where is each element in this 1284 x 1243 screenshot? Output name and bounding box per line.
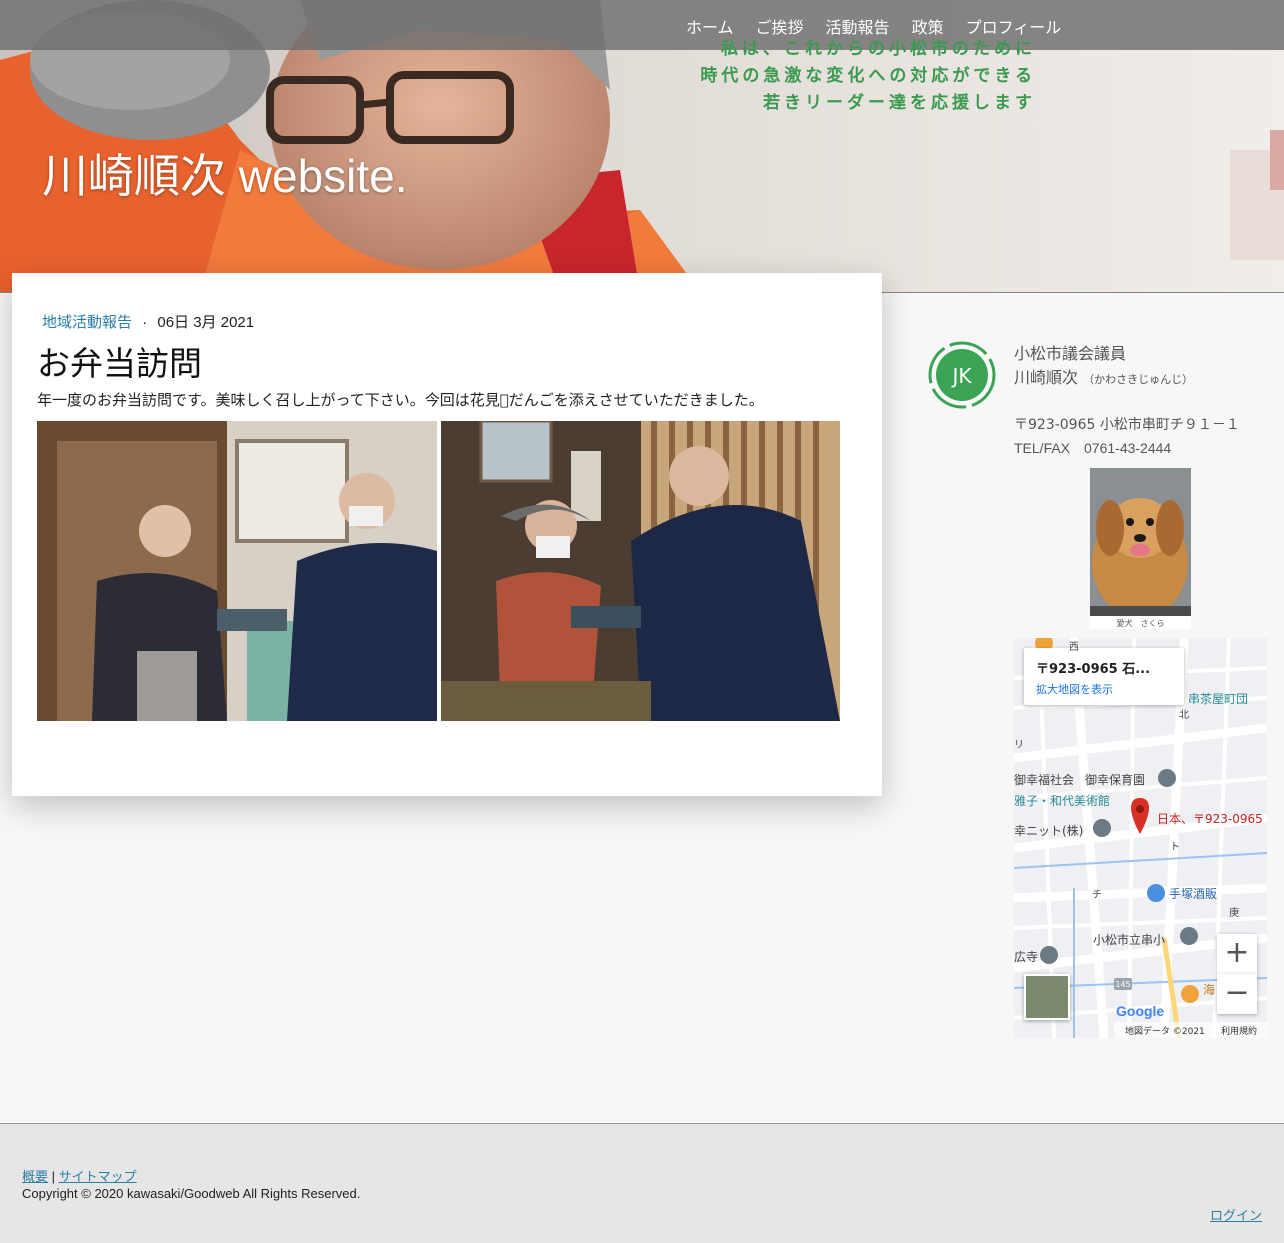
site-footer: 概要 | サイトマップ Copyright © 2020 kawasaki/Go… <box>0 1123 1284 1243</box>
photo-elderly-woman-receiving-lunch <box>441 421 840 721</box>
nav-item-activity-report[interactable]: 活動報告 <box>826 14 890 38</box>
profile-tel-fax: TEL/FAX 0761-43-2444 <box>1014 440 1172 456</box>
photo-elderly-man-receiving-lunch <box>37 421 437 721</box>
dog-caption: 愛犬 さくら <box>1116 619 1165 628</box>
nav-item-greeting[interactable]: ご挨拶 <box>756 14 804 38</box>
footer-link-divider: | <box>51 1169 56 1184</box>
map-label: 庚 <box>1229 908 1239 919</box>
map-label: 広寺 <box>1014 950 1039 964</box>
post-date: 06日 3月 2021 <box>157 314 255 331</box>
footer-link-overview[interactable]: 概要 <box>22 1169 48 1184</box>
profile-address: 〒923-0965 小松市串町チ９１－１ <box>1014 417 1240 433</box>
route-shield: 145 <box>1115 980 1130 989</box>
nav-link-profile[interactable]: プロフィール <box>966 18 1062 37</box>
nav-item-home[interactable]: ホーム <box>686 14 734 38</box>
map-label: リ <box>1014 740 1024 751</box>
map-label: 串茶屋町団 <box>1188 692 1249 706</box>
dog-photo: 愛犬 さくら <box>1090 468 1191 629</box>
post-body-text: 年一度のお弁当訪問です。美味しく召し上がって下さい。今回は花見 だんごを添えさせ… <box>37 391 764 409</box>
dog-image <box>1090 468 1191 618</box>
post-meta: 地域活動報告 · 06日 3月 2021 <box>42 311 254 332</box>
hero-header: ホーム ご挨拶 活動報告 政策 プロフィール 私は、これからの小松市のために 時… <box>0 0 1284 293</box>
profile-name-text: 川崎順次 <box>1014 368 1079 387</box>
map-zoom-out-button[interactable]: − <box>1217 974 1257 1014</box>
meta-separator: · <box>142 314 148 331</box>
slogan-line: 私は、これからの小松市のために <box>721 39 1036 59</box>
profile-name: 川崎順次 （かわさきじゅんじ） <box>1014 364 1193 388</box>
map-label: 御幸保育園 <box>1085 773 1146 787</box>
map-label: 幸ニット(株) <box>1014 824 1084 838</box>
map-label: ト <box>1170 842 1180 853</box>
post-photo-right[interactable] <box>441 421 840 721</box>
login-link[interactable]: ログイン <box>1210 1205 1262 1224</box>
logo-text: JK <box>950 364 972 388</box>
map-label: 海 <box>1203 983 1216 997</box>
post-photo-left[interactable] <box>37 421 437 721</box>
map-pin-label: 日本、〒923-0965 <box>1157 812 1263 826</box>
nav-link-activity-report[interactable]: 活動報告 <box>826 18 890 37</box>
footer-links: 概要 | サイトマップ <box>22 1166 137 1185</box>
map-label: 御幸福社会 <box>1014 773 1075 787</box>
post-category-link[interactable]: 地域活動報告 <box>42 314 132 331</box>
map-label: 雅子・和代美術館 <box>1014 794 1111 808</box>
map-enlarge-link[interactable]: 拡大地図を表示 <box>1036 681 1113 697</box>
header-slogan: 私は、これからの小松市のために 時代の急激な変化への対応ができる 若きリーダー達… <box>660 36 1036 117</box>
google-logo: Google <box>1116 1003 1164 1019</box>
nav-link-greeting[interactable]: ご挨拶 <box>756 18 804 37</box>
map-data-credit: 地図データ ©2021 <box>1125 1027 1205 1037</box>
nav-link-home[interactable]: ホーム <box>686 18 734 37</box>
map-address: 〒923-0965 石... <box>1036 662 1151 677</box>
map-label: チ <box>1092 890 1102 901</box>
footer-link-sitemap[interactable]: サイトマップ <box>59 1169 137 1184</box>
map-label: 手塚酒販 <box>1169 887 1218 901</box>
google-map[interactable]: 145 〒923-0965 石... 拡大地図を表示 串茶屋町団 北 西 リ 御… <box>1014 638 1267 1038</box>
copyright-text: Copyright © 2020 kawasaki/Goodweb All Ri… <box>22 1186 361 1201</box>
map-zoom-in-button[interactable]: + <box>1217 934 1257 974</box>
profile-name-reading: （かわさきじゅんじ） <box>1083 373 1194 386</box>
map-info-card: 〒923-0965 石... 拡大地図を表示 <box>1024 648 1184 705</box>
map-label: 北 <box>1179 710 1189 721</box>
google-logo-text: Google <box>1116 1003 1165 1019</box>
site-title[interactable]: 川崎順次 website. <box>42 140 408 206</box>
post-title: お弁当訪問 <box>37 344 202 383</box>
profile-role: 小松市議会議員 <box>1014 344 1127 363</box>
nav-link-policy[interactable]: 政策 <box>912 18 944 37</box>
jk-logo-icon: JK <box>928 341 996 409</box>
nav-item-profile[interactable]: プロフィール <box>966 14 1062 38</box>
nav-item-policy[interactable]: 政策 <box>912 14 944 38</box>
map-label: 小松市立串小 <box>1093 933 1166 947</box>
slogan-line: 若きリーダー達を応援します <box>763 93 1036 113</box>
map-satellite-toggle[interactable] <box>1024 974 1070 1020</box>
map-label: 西 <box>1069 642 1079 653</box>
top-navigation: ホーム ご挨拶 活動報告 政策 プロフィール <box>0 0 1284 50</box>
map-footer: 地図データ ©2021 利用規約 <box>1114 1022 1267 1038</box>
slogan-line: 時代の急激な変化への対応ができる <box>700 66 1036 86</box>
post-card: 地域活動報告 · 06日 3月 2021 お弁当訪問 年一度のお弁当訪問です。美… <box>12 273 882 796</box>
map-terms-link[interactable]: 利用規約 <box>1221 1024 1257 1037</box>
